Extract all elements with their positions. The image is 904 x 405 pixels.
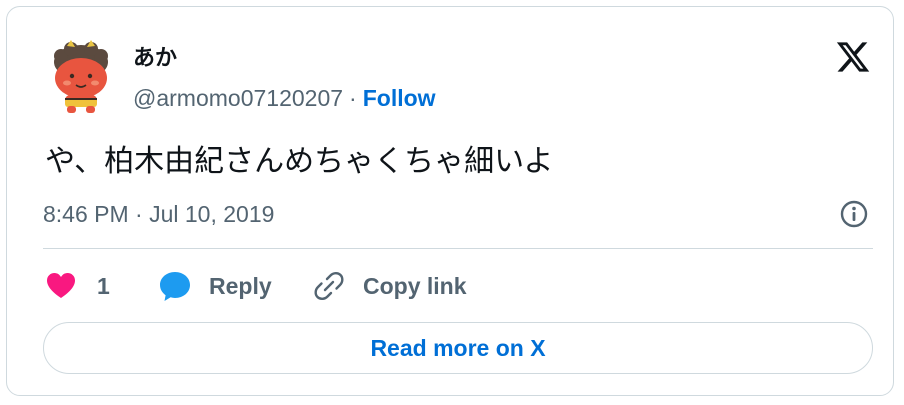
copy-link-button[interactable]: Copy link bbox=[311, 268, 467, 304]
read-more-label: Read more on X bbox=[370, 334, 546, 361]
tweet-card: あか @armomo07120207 · Follow や、柏木由紀さんめちゃくちゃ… bbox=[6, 6, 894, 396]
reply-bubble-icon bbox=[160, 272, 190, 301]
info-icon[interactable] bbox=[839, 199, 869, 229]
avatar[interactable] bbox=[47, 40, 115, 114]
like-button[interactable]: 1 bbox=[43, 268, 110, 304]
tweet-text: や、柏木由紀さんめちゃくちゃ細いよ bbox=[45, 145, 554, 178]
user-handle[interactable]: @armomo07120207 bbox=[133, 85, 343, 111]
reply-button[interactable]: Reply bbox=[157, 268, 272, 304]
divider bbox=[43, 248, 873, 249]
tweet-timestamp[interactable]: 8:46 PM · Jul 10, 2019 bbox=[43, 199, 274, 229]
separator-dot: · bbox=[349, 85, 357, 111]
x-logo-icon[interactable] bbox=[834, 39, 872, 75]
heart-icon bbox=[47, 273, 75, 298]
handle-row: @armomo07120207 · Follow bbox=[133, 83, 436, 113]
read-more-button[interactable]: Read more on X bbox=[43, 322, 873, 374]
follow-button[interactable]: Follow bbox=[363, 85, 436, 111]
like-count: 1 bbox=[97, 273, 110, 299]
display-name[interactable]: あか bbox=[133, 43, 177, 73]
copy-link-label: Copy link bbox=[363, 273, 467, 299]
link-icon bbox=[314, 271, 344, 301]
action-bar: 1 Reply Copy link bbox=[43, 268, 873, 304]
reply-label: Reply bbox=[209, 273, 272, 299]
